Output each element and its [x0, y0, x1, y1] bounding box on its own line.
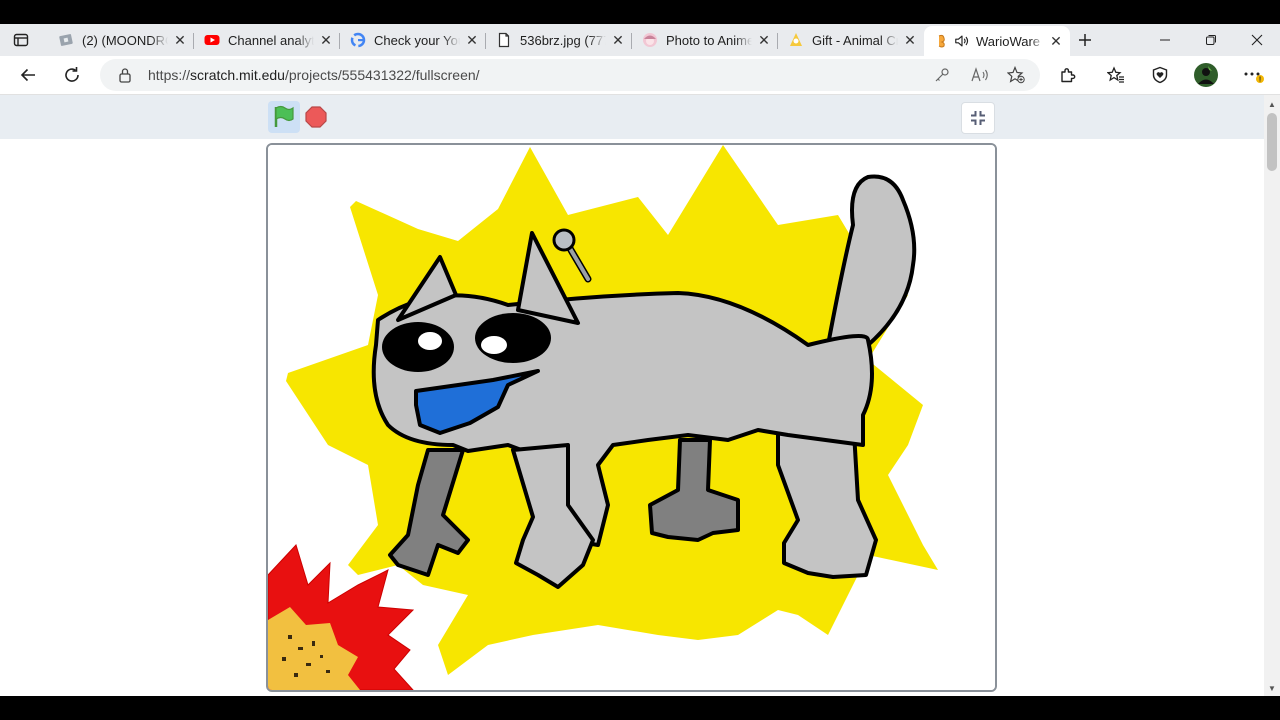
tab-close-button[interactable]: ✕	[464, 32, 480, 48]
tab-title: Photo to Anime	[666, 32, 752, 48]
tab-strip: (2) (MOONDROP ✕ Channel analytics ✕ Chec…	[0, 24, 1280, 56]
vertical-scrollbar[interactable]: ▲ ▼	[1264, 95, 1280, 696]
tab-close-button[interactable]: ✕	[172, 32, 188, 48]
minimize-icon	[1160, 39, 1170, 41]
back-button[interactable]	[14, 61, 42, 89]
tab-actions-button[interactable]	[6, 28, 36, 52]
tab-check-youtube[interactable]: Check your YouTube ✕	[340, 26, 486, 54]
scrollbar-thumb[interactable]	[1267, 113, 1277, 171]
restore-button[interactable]	[1188, 24, 1234, 56]
browser-essentials-button[interactable]	[1146, 61, 1174, 89]
tab-close-button[interactable]: ✕	[610, 32, 626, 48]
stage-canvas[interactable]	[268, 145, 995, 690]
close-icon	[1251, 34, 1263, 46]
tab-close-button[interactable]: ✕	[1048, 33, 1064, 49]
favorites-icon	[1107, 66, 1124, 83]
favorites-button[interactable]	[1102, 61, 1130, 89]
heart-shield-icon	[1152, 66, 1168, 84]
svg-text:!: !	[1259, 77, 1261, 84]
project-stage[interactable]	[266, 143, 997, 692]
roblox-icon	[58, 32, 74, 48]
more-dots-icon: !	[1244, 72, 1264, 84]
green-flag-button[interactable]	[268, 101, 300, 133]
tab-warioware[interactable]: WarioWare ✕	[924, 26, 1070, 56]
close-window-button[interactable]	[1234, 24, 1280, 56]
tab-photo-to-anime[interactable]: Photo to Anime ✕	[632, 26, 778, 54]
player-controls-bar	[0, 95, 1264, 139]
profile-button[interactable]	[1192, 61, 1220, 89]
stop-button[interactable]	[304, 101, 328, 133]
refresh-button[interactable]	[58, 61, 86, 89]
minimize-button[interactable]	[1142, 24, 1188, 56]
exit-fullscreen-button[interactable]	[961, 102, 995, 134]
top-letterbox	[0, 0, 1280, 24]
stop-sign-icon	[305, 106, 327, 128]
key-icon[interactable]	[932, 65, 952, 85]
youtube-icon	[204, 32, 220, 48]
puzzle-icon	[1061, 68, 1076, 83]
cat-left-eye	[382, 322, 454, 372]
url-path: /projects/555431322/fullscreen/	[284, 67, 480, 83]
plus-icon	[1079, 34, 1091, 46]
scroll-up-arrow-icon[interactable]: ▲	[1264, 97, 1280, 111]
tab-close-button[interactable]: ✕	[756, 32, 772, 48]
tab-title: WarioWare	[976, 33, 1041, 49]
tab-title: Gift - Animal Cr	[812, 32, 898, 48]
refresh-icon	[65, 67, 79, 82]
avatar	[1194, 63, 1218, 87]
cat-right-eye-shine	[481, 336, 507, 354]
tab-title: Check your YouTube	[374, 32, 460, 48]
add-favorite-icon[interactable]	[1006, 65, 1026, 85]
restore-icon	[1206, 35, 1216, 45]
tab-moondrop[interactable]: (2) (MOONDROP ✕	[48, 26, 194, 54]
scratch-icon	[934, 33, 950, 49]
read-aloud-icon[interactable]	[970, 65, 990, 85]
cat-left-eye-shine	[418, 332, 442, 350]
scroll-down-arrow-icon[interactable]: ▼	[1264, 681, 1280, 695]
google-icon	[350, 32, 366, 48]
gift-icon	[788, 32, 804, 48]
tab-title: (2) (MOONDROP	[82, 32, 168, 48]
back-arrow-icon	[20, 68, 35, 82]
anime-icon	[642, 32, 658, 48]
url-text: https://scratch.mit.edu/projects/5554313…	[148, 67, 480, 83]
address-toolbar: https://scratch.mit.edu/projects/5554313…	[0, 56, 1280, 95]
tab-gift-animal[interactable]: Gift - Animal Cr ✕	[778, 26, 924, 54]
unfullscreen-icon	[971, 111, 985, 125]
address-bar[interactable]: https://scratch.mit.edu/projects/5554313…	[100, 59, 1040, 91]
tab-close-button[interactable]: ✕	[902, 32, 918, 48]
tab-channel-analytics[interactable]: Channel analytics ✕	[194, 26, 340, 54]
page-content	[0, 95, 1264, 696]
new-tab-button[interactable]	[1073, 28, 1097, 52]
settings-more-button[interactable]: !	[1240, 61, 1268, 89]
tab-536brz[interactable]: 536brz.jpg (777 ✕	[486, 26, 632, 54]
file-icon	[496, 32, 512, 48]
bottom-letterbox	[0, 696, 1280, 720]
extensions-button[interactable]	[1054, 61, 1082, 89]
green-flag-icon	[274, 105, 294, 127]
tab-title: 536brz.jpg (777	[520, 32, 606, 48]
lock-icon[interactable]	[118, 67, 132, 88]
speaker-icon[interactable]	[954, 33, 970, 49]
url-host: scratch.mit.edu	[190, 67, 285, 83]
tab-close-button[interactable]: ✕	[318, 32, 334, 48]
url-scheme: https://	[148, 67, 191, 83]
tab-title: Channel analytics	[228, 32, 314, 48]
tab-actions-icon	[13, 33, 29, 47]
